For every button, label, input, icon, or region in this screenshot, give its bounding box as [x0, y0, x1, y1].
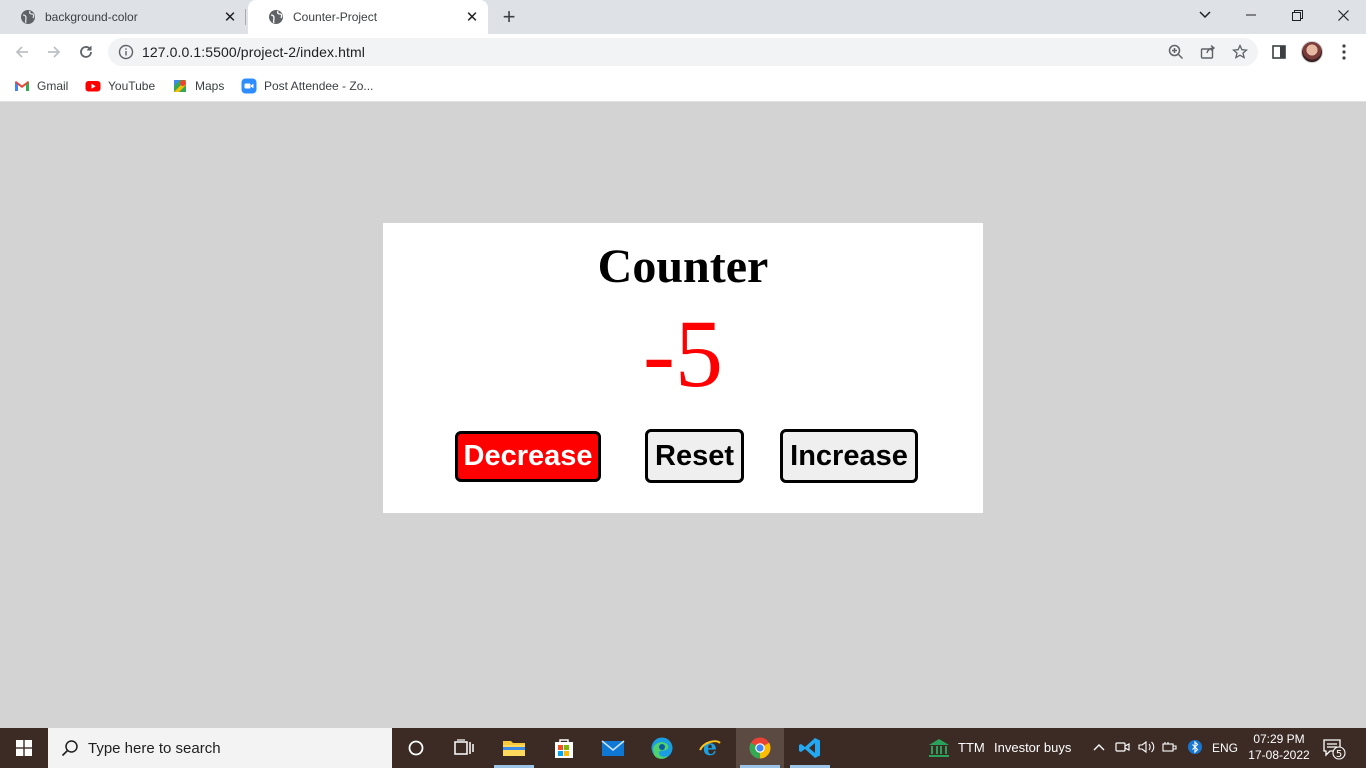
chrome-icon [749, 737, 771, 759]
gmail-icon [15, 81, 29, 91]
file-explorer-app[interactable] [490, 728, 538, 768]
vscode-icon [799, 738, 820, 758]
network-icon[interactable] [1162, 738, 1180, 756]
globe-icon [269, 10, 283, 24]
meet-now-icon[interactable] [1114, 738, 1132, 756]
reload-icon [80, 46, 92, 58]
store-bag-icon [555, 739, 573, 758]
decrease-button[interactable]: Decrease [455, 431, 601, 482]
search-placeholder: Type here to search [88, 739, 221, 757]
taskbar-search-box[interactable]: Type here to search [48, 728, 392, 768]
task-view-button[interactable] [440, 728, 488, 768]
kebab-menu-icon[interactable] [1334, 42, 1354, 62]
cortana-button[interactable] [392, 728, 440, 768]
bookmark-star-icon[interactable] [1232, 44, 1248, 60]
reload-button[interactable] [72, 38, 100, 66]
show-hidden-icons-chevron-icon[interactable] [1090, 738, 1108, 756]
tab-search-chevron-icon[interactable] [1182, 0, 1228, 30]
folder-icon [503, 741, 525, 756]
bookmark-gmail[interactable]: Gmail [14, 76, 68, 96]
mail-app[interactable] [589, 728, 637, 768]
notification-count: 5 [1336, 749, 1342, 760]
vscode-app[interactable] [786, 728, 834, 768]
zoom-icon [241, 78, 257, 94]
back-arrow-icon [15, 46, 28, 58]
internet-explorer-app[interactable]: e [686, 728, 734, 768]
tab-counter-project[interactable]: Counter-Project ✕ [248, 0, 488, 34]
page-title: Counter [597, 240, 769, 293]
edge-icon [651, 737, 673, 759]
cortana-circle-icon [408, 740, 424, 756]
increase-button[interactable]: Increase [780, 429, 918, 483]
bookmarks-bar: Gmail YouTube Maps Post Attendee - Zo... [0, 70, 1366, 102]
counter-value: -5 [643, 300, 723, 407]
address-bar[interactable]: 127.0.0.1:5500/project-2/index.html [108, 38, 1258, 66]
restore-button[interactable] [1274, 0, 1320, 30]
counter-card: Counter -5 Decrease Reset Increase [383, 223, 983, 513]
bookmark-zoom[interactable]: Post Attendee - Zo... [241, 76, 373, 96]
share-icon[interactable] [1200, 44, 1216, 60]
microsoft-store-app[interactable] [540, 728, 588, 768]
bookmark-label: Post Attendee - Zo... [264, 79, 374, 93]
bank-stock-icon [929, 739, 949, 757]
clock-date: 17-08-2022 [1248, 748, 1310, 762]
language-indicator[interactable]: ENG [1212, 741, 1238, 755]
site-info-icon[interactable] [118, 44, 134, 60]
stock-ticker[interactable]: TTM [958, 740, 985, 755]
forward-button[interactable] [40, 38, 68, 66]
tab-background-color[interactable]: background-color ✕ [0, 0, 246, 34]
volume-icon[interactable] [1138, 738, 1156, 756]
back-button[interactable] [8, 38, 36, 66]
maps-icon [174, 80, 186, 92]
bookmark-label: Maps [195, 79, 225, 93]
bookmark-maps[interactable]: Maps [172, 76, 224, 96]
tab-title: Counter-Project [293, 10, 378, 24]
tab-title: background-color [45, 10, 138, 24]
side-panel-icon[interactable] [1269, 42, 1289, 62]
forward-arrow-icon [48, 46, 61, 58]
close-window-button[interactable] [1320, 0, 1366, 30]
bluetooth-icon[interactable] [1186, 738, 1204, 756]
bookmark-label: YouTube [108, 79, 156, 93]
system-clock[interactable]: 07:29 PM 17-08-2022 [1244, 731, 1314, 763]
globe-icon [21, 10, 35, 24]
edge-app[interactable] [638, 728, 686, 768]
tab-strip: background-color ✕ Counter-Project ✕ + [0, 0, 1366, 34]
taskbar: Type here to search e TTM Investor buys [0, 728, 1366, 768]
profile-avatar[interactable] [1301, 41, 1323, 63]
close-tab-icon[interactable]: ✕ [222, 9, 238, 26]
bookmark-label: Gmail [37, 79, 69, 93]
svg-text:e: e [703, 736, 717, 760]
mail-envelope-icon [601, 740, 625, 756]
task-view-icon [454, 739, 474, 755]
clock-time: 07:29 PM [1253, 732, 1305, 746]
windows-logo-icon [16, 740, 32, 756]
browser-toolbar: 127.0.0.1:5500/project-2/index.html [0, 34, 1366, 70]
chrome-app[interactable] [736, 728, 784, 768]
bookmark-youtube[interactable]: YouTube [85, 76, 155, 96]
search-icon [61, 740, 78, 757]
new-tab-button[interactable]: + [497, 4, 521, 29]
reset-button[interactable]: Reset [645, 429, 744, 483]
url-text: 127.0.0.1:5500/project-2/index.html [142, 44, 365, 60]
youtube-icon [85, 81, 101, 92]
stock-headline[interactable]: Investor buys [994, 740, 1071, 755]
internet-explorer-icon: e [699, 736, 721, 760]
notification-center-icon[interactable]: 5 [1322, 738, 1346, 760]
start-button[interactable] [0, 728, 48, 768]
close-tab-icon[interactable]: ✕ [464, 9, 480, 26]
page-viewport: Counter -5 Decrease Reset Increase [0, 102, 1366, 728]
zoom-icon[interactable] [1168, 44, 1184, 60]
minimize-button[interactable] [1228, 0, 1274, 30]
